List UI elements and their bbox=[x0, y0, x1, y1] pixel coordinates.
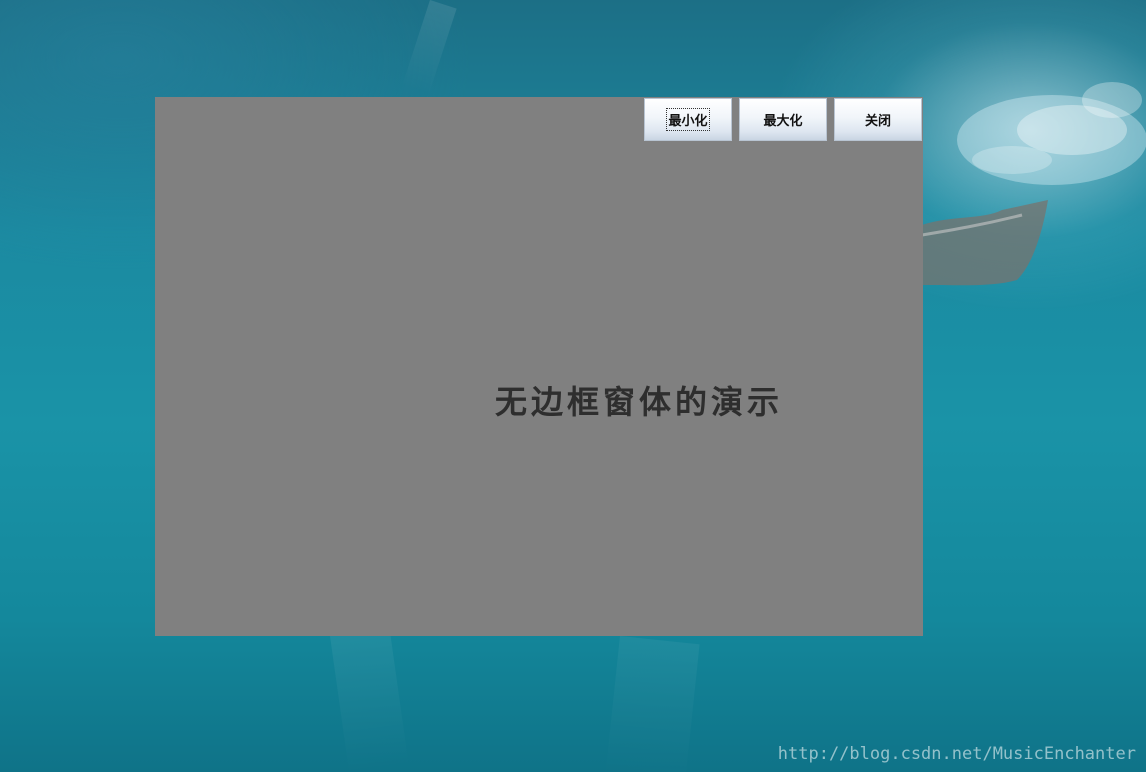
light-ray bbox=[330, 627, 409, 772]
maximize-button[interactable]: 最大化 bbox=[739, 98, 827, 141]
maximize-button-label: 最大化 bbox=[763, 114, 803, 129]
minimize-button[interactable]: 最小化 bbox=[644, 98, 732, 141]
light-ray bbox=[402, 0, 457, 95]
borderless-window[interactable]: 最小化 最大化 关闭 无边框窗体的演示 bbox=[155, 97, 923, 636]
swimmer-fin-graphic bbox=[922, 200, 1048, 286]
watermark-url: http://blog.csdn.net/MusicEnchanter bbox=[777, 744, 1136, 764]
water-foam-graphic bbox=[957, 82, 1146, 185]
light-ray bbox=[605, 636, 700, 772]
minimize-button-label: 最小化 bbox=[666, 108, 710, 131]
demo-title-text: 无边框窗体的演示 bbox=[495, 383, 784, 421]
close-button[interactable]: 关闭 bbox=[834, 98, 922, 141]
close-button-label: 关闭 bbox=[864, 114, 891, 129]
